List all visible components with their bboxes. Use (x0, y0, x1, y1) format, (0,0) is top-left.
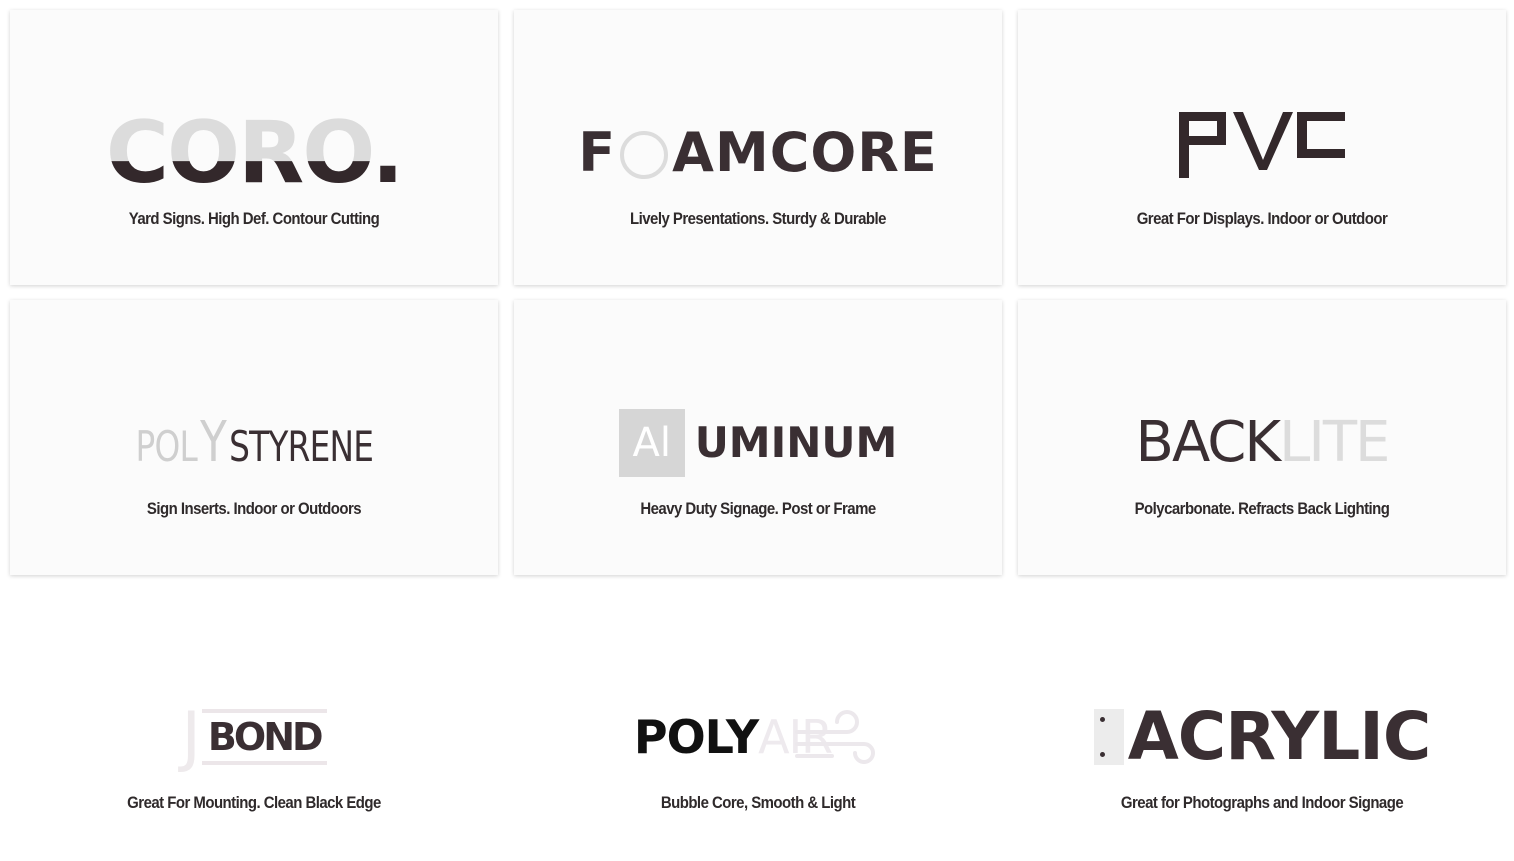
pvc-logo-icon (1179, 112, 1345, 178)
card-jbond[interactable]: J BOND Great For Mounting. Clean Black E… (10, 594, 498, 859)
acrylic-logo: ACRYLIC (1018, 689, 1506, 784)
foamcore-logo-rest: AMCORE (672, 121, 938, 184)
card-pvc[interactable]: Great For Displays. Indoor or Outdoor (1018, 10, 1506, 285)
jbond-logo-j: J (181, 698, 201, 775)
coro-logo: CORO. CORO. (10, 105, 498, 200)
polyair-logo: POLY AIR (514, 689, 1002, 784)
jbond-logo-bond: BOND (201, 708, 327, 765)
card-polystyrene[interactable]: POLYSTYRENE Sign Inserts. Indoor or Outd… (10, 300, 498, 575)
aluminum-logo: Al UMINUM (514, 395, 1002, 490)
card-polyair[interactable]: POLY AIR Bubble Core, Smooth & Light (514, 594, 1002, 859)
jbond-logo: J BOND (10, 689, 498, 784)
aluminum-logo-symbol: Al (618, 408, 685, 477)
backlite-tagline: Polycarbonate. Refracts Back Lighting (1134, 499, 1390, 518)
jbond-tagline: Great For Mounting. Clean Black Edge (127, 793, 381, 812)
material-grid: CORO. CORO. Yard Signs. High Def. Contou… (0, 0, 1514, 861)
card-coro[interactable]: CORO. CORO. Yard Signs. High Def. Contou… (10, 10, 498, 285)
pvc-tagline: Great For Displays. Indoor or Outdoor (1136, 209, 1388, 228)
backlite-logo: BACKLITE (1018, 395, 1506, 490)
foamcore-tagline: Lively Presentations. Sturdy & Durable (630, 209, 886, 228)
card-backlite[interactable]: BACKLITE Polycarbonate. Refracts Back Li… (1018, 300, 1506, 575)
bubble-ring-icon (620, 130, 669, 179)
card-foamcore[interactable]: F AMCORE Lively Presentations. Sturdy & … (514, 10, 1002, 285)
polyair-tagline: Bubble Core, Smooth & Light (660, 793, 856, 812)
polystyrene-tagline: Sign Inserts. Indoor or Outdoors (146, 499, 362, 518)
wind-icon (795, 709, 876, 764)
polystyrene-logo-pol: POL (135, 422, 197, 471)
pvc-logo (1018, 98, 1506, 193)
polystyrene-logo-slash: Y (199, 410, 227, 475)
acrylic-logo-text: ACRYLIC (1127, 698, 1432, 775)
card-acrylic[interactable]: ACRYLIC Great for Photographs and Indoor… (1018, 594, 1506, 859)
foamcore-logo-f: F (578, 121, 617, 184)
polyair-logo-poly: POLY (633, 709, 759, 764)
acrylic-tagline: Great for Photographs and Indoor Signage (1120, 793, 1404, 812)
aluminum-logo-rest: UMINUM (694, 418, 898, 467)
standoff-panel-icon (1093, 708, 1124, 765)
backlite-logo-lite: LITE (1279, 410, 1390, 475)
aluminum-tagline: Heavy Duty Signage. Post or Frame (640, 499, 876, 518)
card-aluminum[interactable]: Al UMINUM Heavy Duty Signage. Post or Fr… (514, 300, 1002, 575)
backlite-logo-back: BACK (1135, 410, 1282, 475)
polystyrene-logo: POLYSTYRENE (10, 395, 498, 490)
foamcore-logo: F AMCORE (514, 105, 1002, 200)
coro-tagline: Yard Signs. High Def. Contour Cutting (128, 209, 380, 228)
polystyrene-logo-styrene: STYRENE (228, 422, 374, 471)
